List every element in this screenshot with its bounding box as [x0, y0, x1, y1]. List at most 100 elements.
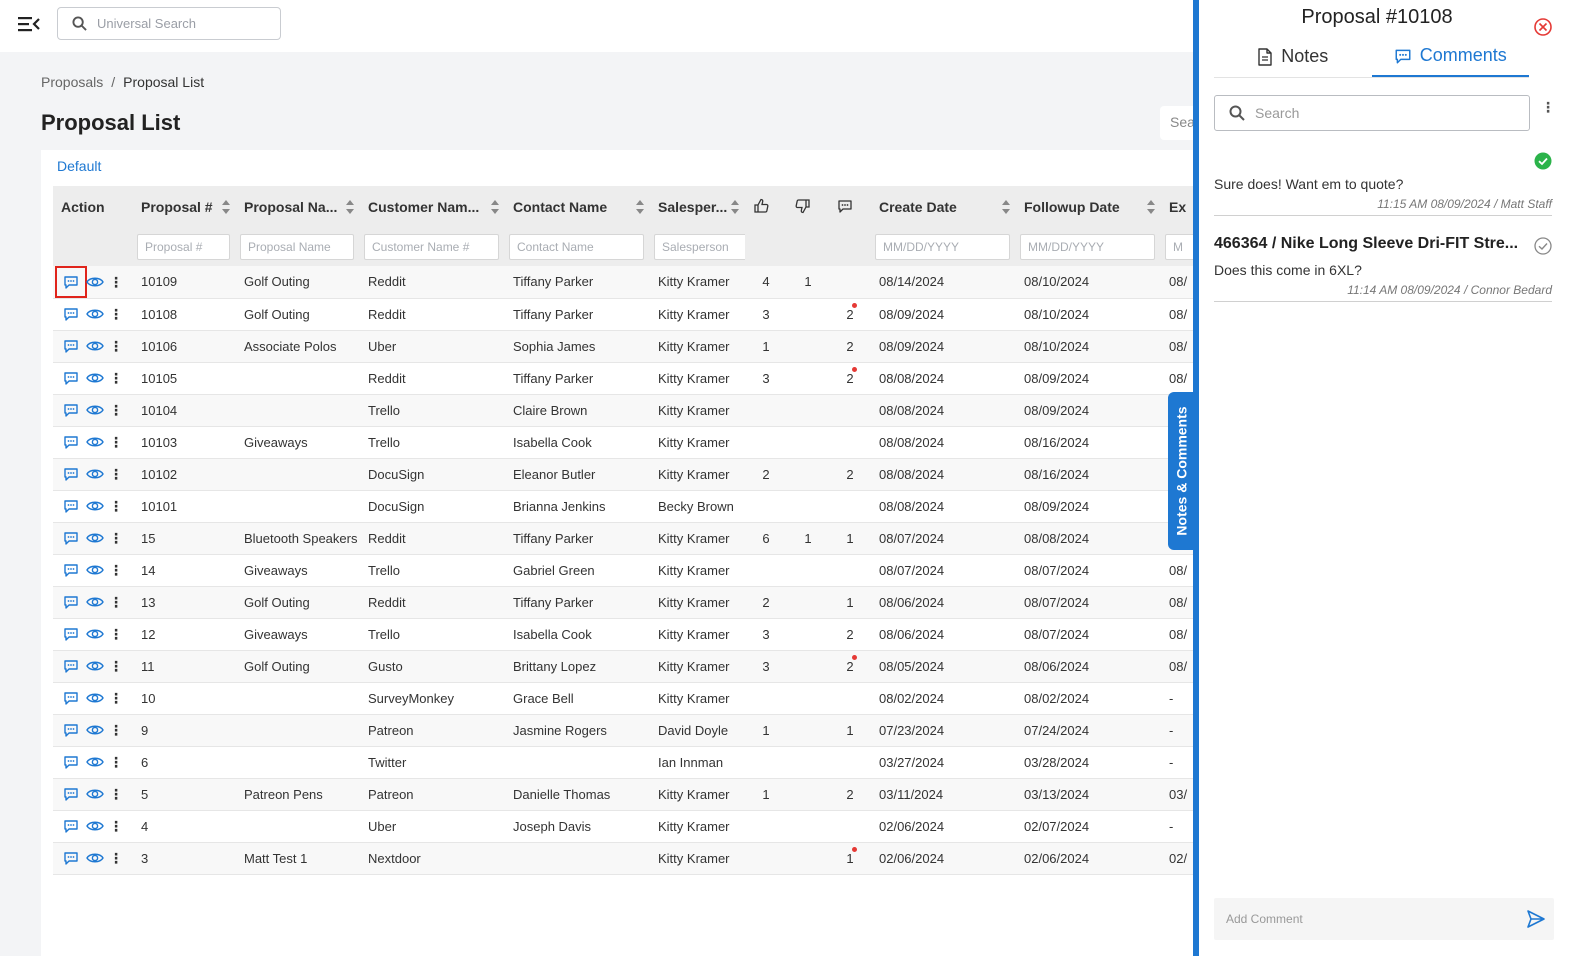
tab-comments[interactable]: Comments: [1371, 36, 1529, 77]
table-row[interactable]: ⋮ 10104 Trello Claire Brown Kitty Kramer 08/0…: [53, 394, 1253, 426]
sort-icon[interactable]: [491, 200, 499, 214]
panel-more-icon[interactable]: ⋮: [1541, 100, 1555, 114]
more-actions-icon[interactable]: ⋮: [109, 595, 123, 609]
comment-search[interactable]: [1214, 95, 1530, 131]
more-actions-icon[interactable]: ⋮: [109, 531, 123, 545]
resolved-check-icon[interactable]: [1534, 152, 1552, 170]
table-row[interactable]: ⋮ 10102 DocuSign Eleanor Butler Kitty Kramer…: [53, 458, 1253, 490]
more-actions-icon[interactable]: ⋮: [109, 435, 123, 449]
header-followup-date[interactable]: Followup Date: [1016, 186, 1161, 228]
table-row[interactable]: ⋮ 10101 DocuSign Brianna Jenkins Becky Brown…: [53, 490, 1253, 522]
view-button[interactable]: [85, 432, 105, 452]
comments-button[interactable]: [61, 368, 81, 388]
comments-button[interactable]: [61, 528, 81, 548]
more-actions-icon[interactable]: ⋮: [109, 307, 123, 321]
comments-button[interactable]: [61, 752, 81, 772]
sort-icon[interactable]: [1147, 200, 1155, 214]
header-likes[interactable]: [745, 186, 787, 228]
sort-icon[interactable]: [731, 200, 739, 214]
comments-button[interactable]: [61, 688, 81, 708]
filter-proposal-name-input[interactable]: [240, 234, 354, 260]
view-button[interactable]: [85, 816, 105, 836]
table-row[interactable]: ⋮ 10108 Golf Outing Reddit Tiffany Parker Kit…: [53, 298, 1253, 330]
more-actions-icon[interactable]: ⋮: [109, 627, 123, 641]
more-actions-icon[interactable]: ⋮: [109, 563, 123, 577]
header-contact-name[interactable]: Contact Name: [505, 186, 650, 228]
sort-icon[interactable]: [346, 200, 354, 214]
view-button[interactable]: [85, 784, 105, 804]
sort-icon[interactable]: [636, 200, 644, 214]
view-button[interactable]: [85, 272, 105, 292]
view-button[interactable]: [85, 752, 105, 772]
table-row[interactable]: ⋮ 3 Matt Test 1 Nextdoor Kitty Kramer 1 02/06/…: [53, 842, 1253, 874]
comments-button[interactable]: [55, 266, 87, 298]
sort-icon[interactable]: [1002, 200, 1010, 214]
header-proposal-name[interactable]: Proposal Na...: [236, 186, 360, 228]
add-comment-input[interactable]: [1214, 912, 1526, 926]
comments-button[interactable]: [61, 336, 81, 356]
more-actions-icon[interactable]: ⋮: [109, 499, 123, 513]
comments-button[interactable]: [61, 432, 81, 452]
more-actions-icon[interactable]: ⋮: [109, 723, 123, 737]
view-button[interactable]: [85, 592, 105, 612]
header-customer-name[interactable]: Customer Nam...: [360, 186, 505, 228]
table-row[interactable]: ⋮ 14 Giveaways Trello Gabriel Green Kitty Kra…: [53, 554, 1253, 586]
comments-button[interactable]: [61, 784, 81, 804]
table-row[interactable]: ⋮ 12 Giveaways Trello Isabella Cook Kitty Kra…: [53, 618, 1253, 650]
table-row[interactable]: ⋮ 15 Bluetooth Speakers Reddit Tiffany Parke…: [53, 522, 1253, 554]
tab-notes[interactable]: Notes: [1214, 36, 1372, 77]
comments-button[interactable]: [61, 720, 81, 740]
filter-contact-name-input[interactable]: [509, 234, 644, 260]
table-row[interactable]: ⋮ 10103 Giveaways Trello Isabella Cook Kitty …: [53, 426, 1253, 458]
more-actions-icon[interactable]: ⋮: [109, 851, 123, 865]
comments-button[interactable]: [61, 624, 81, 644]
comments-button[interactable]: [61, 304, 81, 324]
view-button[interactable]: [85, 624, 105, 644]
filter-proposal-number-input[interactable]: [137, 234, 230, 260]
view-button[interactable]: [85, 720, 105, 740]
view-button[interactable]: [85, 560, 105, 580]
view-button[interactable]: [85, 656, 105, 676]
more-actions-icon[interactable]: ⋮: [109, 787, 123, 801]
more-actions-icon[interactable]: ⋮: [109, 339, 123, 353]
send-icon[interactable]: [1526, 909, 1546, 929]
comments-button[interactable]: [61, 496, 81, 516]
filter-salesperson-input[interactable]: [654, 234, 745, 260]
universal-search[interactable]: [57, 7, 281, 40]
table-row[interactable]: ⋮ 9 Patreon Jasmine Rogers David Doyle 1 1 07/2…: [53, 714, 1253, 746]
breadcrumb-proposals[interactable]: Proposals: [41, 74, 103, 90]
filter-ex-input[interactable]: [1165, 234, 1195, 260]
comments-button[interactable]: [61, 848, 81, 868]
view-button[interactable]: [85, 688, 105, 708]
filter-followup-date-input[interactable]: [1020, 234, 1155, 260]
more-actions-icon[interactable]: ⋮: [109, 467, 123, 481]
view-button[interactable]: [85, 368, 105, 388]
default-view-link[interactable]: Default: [57, 158, 101, 174]
comments-button[interactable]: [61, 560, 81, 580]
view-button[interactable]: [85, 464, 105, 484]
comments-button[interactable]: [61, 400, 81, 420]
filter-customer-name-input[interactable]: [364, 234, 499, 260]
table-row[interactable]: ⋮ 10 SurveyMonkey Grace Bell Kitty Kramer 08/…: [53, 682, 1253, 714]
table-row[interactable]: ⋮ 6 Twitter Ian Innman 03/27/2024 03/28/2024-: [53, 746, 1253, 778]
comments-button[interactable]: [61, 592, 81, 612]
more-actions-icon[interactable]: ⋮: [109, 691, 123, 705]
table-row[interactable]: ⋮ 5 Patreon Pens Patreon Danielle Thomas Kitt…: [53, 778, 1253, 810]
more-actions-icon[interactable]: ⋮: [109, 275, 123, 289]
more-actions-icon[interactable]: ⋮: [109, 755, 123, 769]
table-row[interactable]: ⋮ 4 Uber Joseph Davis Kitty Kramer 02/06/2024…: [53, 810, 1253, 842]
header-create-date[interactable]: Create Date: [871, 186, 1016, 228]
table-row[interactable]: ⋮ 10106 Associate Polos Uber Sophia James Kit…: [53, 330, 1253, 362]
more-actions-icon[interactable]: ⋮: [109, 403, 123, 417]
close-icon[interactable]: [1533, 17, 1553, 37]
view-button[interactable]: [85, 848, 105, 868]
notes-comments-tab[interactable]: Notes & Comments: [1168, 392, 1196, 550]
header-proposal-number[interactable]: Proposal #: [133, 186, 236, 228]
unresolved-check-icon[interactable]: [1534, 237, 1552, 255]
comments-button[interactable]: [61, 464, 81, 484]
comments-button[interactable]: [61, 816, 81, 836]
comments-button[interactable]: [61, 656, 81, 676]
table-row[interactable]: ⋮ 10109 Golf Outing Reddit Tiffany Parker Kit…: [53, 266, 1253, 298]
table-row[interactable]: ⋮ 13 Golf Outing Reddit Tiffany Parker Kitty …: [53, 586, 1253, 618]
filter-create-date-input[interactable]: [875, 234, 1010, 260]
